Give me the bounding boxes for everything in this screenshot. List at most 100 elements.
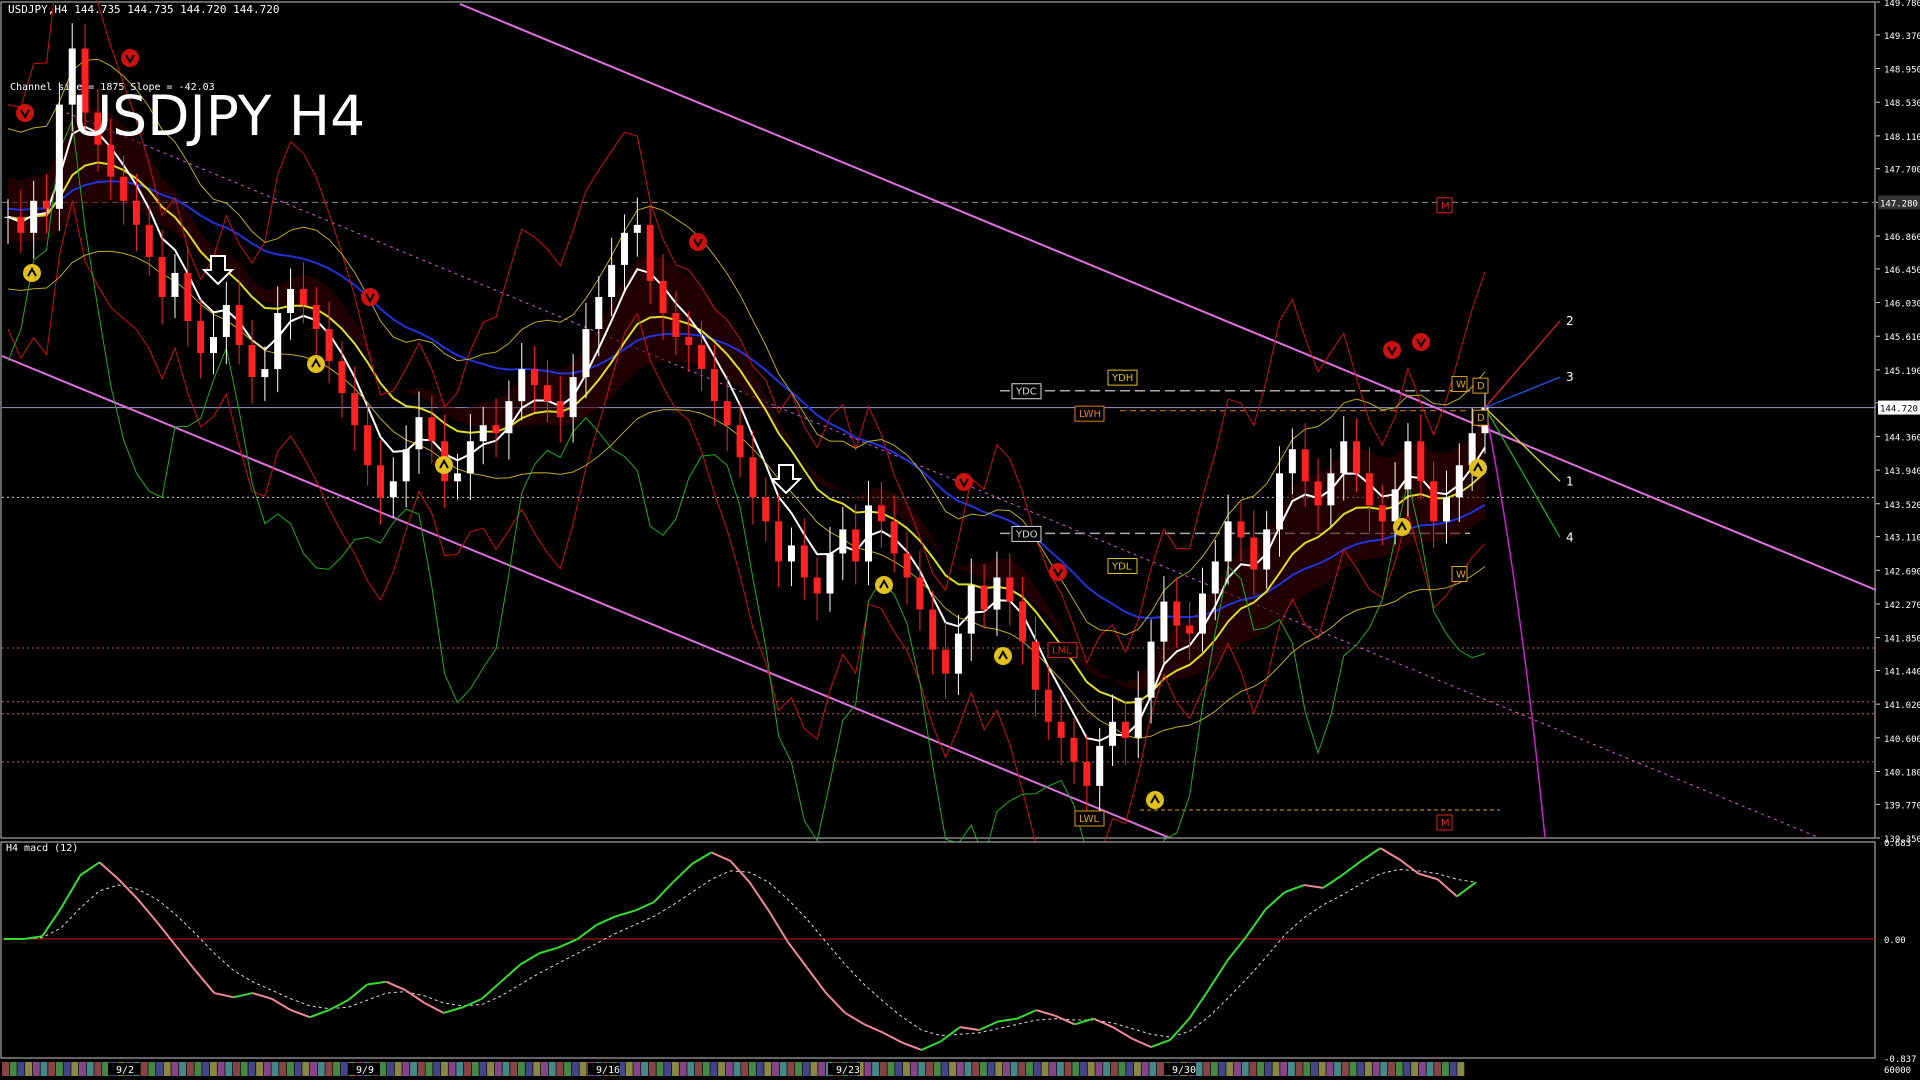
tag-ydh: YDH bbox=[1111, 373, 1133, 384]
candle-body bbox=[608, 264, 616, 297]
time-strip-cell bbox=[933, 1062, 941, 1076]
candle-body bbox=[633, 224, 641, 233]
candle-body bbox=[428, 417, 436, 442]
candle-body bbox=[1442, 497, 1450, 522]
candle-body bbox=[646, 224, 654, 281]
candle-body bbox=[415, 417, 423, 450]
time-strip-cell bbox=[810, 1062, 818, 1076]
time-strip-cell bbox=[625, 1062, 633, 1076]
candle-body bbox=[1173, 601, 1181, 626]
time-strip-cell bbox=[741, 1062, 749, 1076]
fractal-up-marker bbox=[23, 264, 41, 282]
time-strip-cell bbox=[656, 1062, 664, 1076]
time-strip-cell bbox=[286, 1062, 294, 1076]
time-strip-cell bbox=[156, 1062, 163, 1076]
candle-body bbox=[967, 585, 975, 634]
candle-body bbox=[145, 224, 153, 257]
current-price-label: 144.720 bbox=[1880, 405, 1918, 415]
time-strip-cell bbox=[710, 1062, 718, 1076]
candle-body bbox=[4, 216, 12, 218]
forecast-label: 4 bbox=[1566, 530, 1574, 544]
candle-body bbox=[222, 304, 230, 338]
candle-body bbox=[736, 425, 744, 458]
candle-body bbox=[813, 577, 821, 594]
candle-body bbox=[1378, 505, 1386, 522]
candle-body bbox=[274, 312, 282, 370]
time-strip-cell bbox=[48, 1062, 56, 1076]
candle-body bbox=[299, 288, 307, 305]
chart-info-label: USDJPY,H4 144.735 144.735 144.720 144.72… bbox=[8, 3, 280, 16]
time-strip-cell bbox=[387, 1062, 394, 1076]
time-strip-cell bbox=[1041, 1062, 1049, 1076]
price-tick-label: 140.180 bbox=[1884, 768, 1920, 778]
price-axis[interactable]: 149.780 149.370 148.950 148.530 148.110 147.7… bbox=[1876, 0, 1920, 845]
candle-body bbox=[980, 585, 988, 610]
time-strip-cell bbox=[964, 1062, 972, 1076]
candle-body bbox=[184, 272, 192, 322]
candle-body bbox=[556, 401, 564, 418]
fractal-down-marker bbox=[361, 288, 379, 306]
fractal-up-marker bbox=[1469, 459, 1487, 477]
candle-body bbox=[492, 425, 500, 434]
time-strip-cell bbox=[1311, 1062, 1318, 1076]
time-axis-label: 9/30 bbox=[1172, 1065, 1196, 1076]
candle-body bbox=[261, 369, 269, 378]
candle-body bbox=[1314, 481, 1322, 506]
time-strip-cell bbox=[487, 1062, 495, 1076]
time-strip-cell bbox=[1033, 1062, 1041, 1076]
time-strip-cell bbox=[648, 1062, 656, 1076]
candle-body bbox=[454, 473, 462, 482]
time-strip-cell bbox=[471, 1062, 479, 1076]
time-strip-cell bbox=[79, 1062, 86, 1076]
price-tick-label: 147.700 bbox=[1884, 166, 1920, 176]
time-strip-cell bbox=[733, 1062, 741, 1076]
time-strip-cell bbox=[456, 1062, 464, 1076]
macd-panel[interactable]: 0.683 0.00 -0.837 bbox=[0, 839, 1917, 1065]
time-strip-cell bbox=[1372, 1062, 1380, 1076]
fractal-down-marker bbox=[1412, 333, 1430, 351]
time-strip-cell bbox=[525, 1062, 533, 1076]
candle-body bbox=[389, 481, 397, 498]
time-strip-cell bbox=[1449, 1062, 1457, 1076]
time-strip-cell bbox=[163, 1062, 171, 1076]
time-strip-cell bbox=[317, 1062, 325, 1076]
candle-body bbox=[839, 529, 847, 554]
time-strip-cell bbox=[1226, 1062, 1234, 1076]
candle-body bbox=[582, 329, 590, 378]
candle-body bbox=[1288, 449, 1296, 474]
time-strip-cell bbox=[541, 1062, 548, 1076]
tag-w-top: W bbox=[1456, 380, 1466, 391]
time-strip-cell bbox=[926, 1062, 933, 1076]
time-strip-cell bbox=[25, 1062, 33, 1076]
marker-price-label: 147.280 bbox=[1880, 199, 1918, 209]
candle-body bbox=[209, 337, 217, 354]
forecast-label: 2 bbox=[1566, 314, 1574, 328]
time-strip-cell bbox=[1403, 1062, 1411, 1076]
price-tick-label: 142.270 bbox=[1884, 601, 1920, 611]
candle-body bbox=[312, 304, 320, 330]
fractal-up-marker bbox=[435, 456, 453, 474]
trading-chart[interactable]: 2314YDHYDCLWHYDOYDLLWLLMLMMWWDD 149.7801… bbox=[0, 0, 1920, 1080]
fractal-up-marker bbox=[994, 647, 1012, 665]
time-strip-cell bbox=[718, 1062, 726, 1076]
time-strip-cell bbox=[1026, 1062, 1034, 1076]
time-axis-label: 9/23 bbox=[836, 1065, 860, 1076]
tag-d-2: D bbox=[1477, 413, 1485, 424]
price-tick-label: 144.360 bbox=[1884, 433, 1920, 443]
time-strip-cell bbox=[1064, 1062, 1072, 1076]
candle-body bbox=[1198, 593, 1206, 634]
candle-body bbox=[1365, 473, 1373, 506]
candle-body bbox=[569, 377, 577, 418]
time-strip-cell bbox=[1380, 1062, 1388, 1076]
time-strip-cell bbox=[379, 1062, 387, 1076]
candle-body bbox=[993, 577, 1001, 610]
time-strip-cell bbox=[864, 1062, 872, 1076]
time-strip-cell bbox=[772, 1062, 779, 1076]
candle-body bbox=[1276, 473, 1284, 530]
time-strip-cell bbox=[571, 1062, 579, 1076]
candle-body bbox=[929, 609, 937, 650]
time-strip-cell bbox=[1234, 1062, 1241, 1076]
time-strip-cell bbox=[748, 1062, 756, 1076]
time-strip-cell bbox=[1218, 1062, 1226, 1076]
tag-lml: LML bbox=[1052, 646, 1072, 657]
